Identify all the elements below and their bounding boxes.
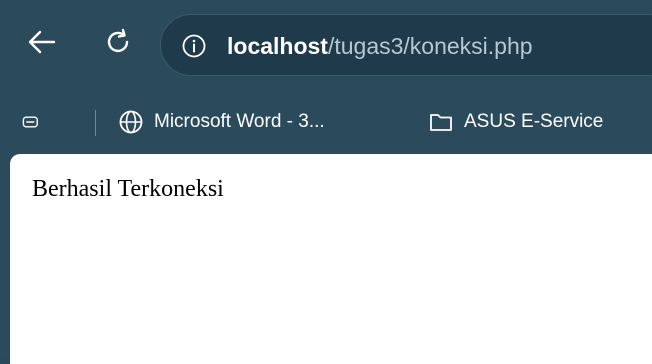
url-path: /tugas3/koneksi.php — [327, 33, 533, 59]
folder-icon — [430, 114, 452, 131]
tab-search-button[interactable] — [22, 104, 50, 140]
bookmark-label: ASUS E-Service — [464, 111, 604, 132]
page-content: Berhasil Terkoneksi — [10, 154, 652, 364]
reload-button[interactable] — [98, 22, 138, 62]
address-bar[interactable]: localhost/tugas3/koneksi.php — [160, 14, 652, 76]
bookmark-label: Microsoft Word - 3... — [154, 111, 325, 132]
browser-toolbar: localhost/tugas3/koneksi.php — [0, 0, 652, 92]
site-info-button[interactable] — [179, 31, 209, 61]
globe-icon — [119, 110, 143, 134]
bookmarks-bar: Microsoft Word - 3... ASUS E-Service — [0, 92, 652, 152]
reload-icon — [107, 28, 129, 53]
bookmarks-separator — [95, 110, 96, 136]
arrow-left-icon — [28, 30, 56, 54]
url-host: localhost — [227, 33, 328, 59]
connection-status-text: Berhasil Terkoneksi — [32, 176, 224, 202]
tab-search-icon — [22, 116, 38, 128]
browser-window: localhost/tugas3/koneksi.php Microsoft W… — [0, 0, 652, 364]
info-circle-icon — [182, 34, 206, 58]
bookmark-asus-eservice[interactable]: ASUS E-Service — [428, 104, 603, 140]
bookmark-microsoft-word[interactable]: Microsoft Word - 3... — [118, 104, 325, 140]
back-button[interactable] — [22, 22, 62, 62]
url-text[interactable]: localhost/tugas3/koneksi.php — [227, 31, 533, 61]
